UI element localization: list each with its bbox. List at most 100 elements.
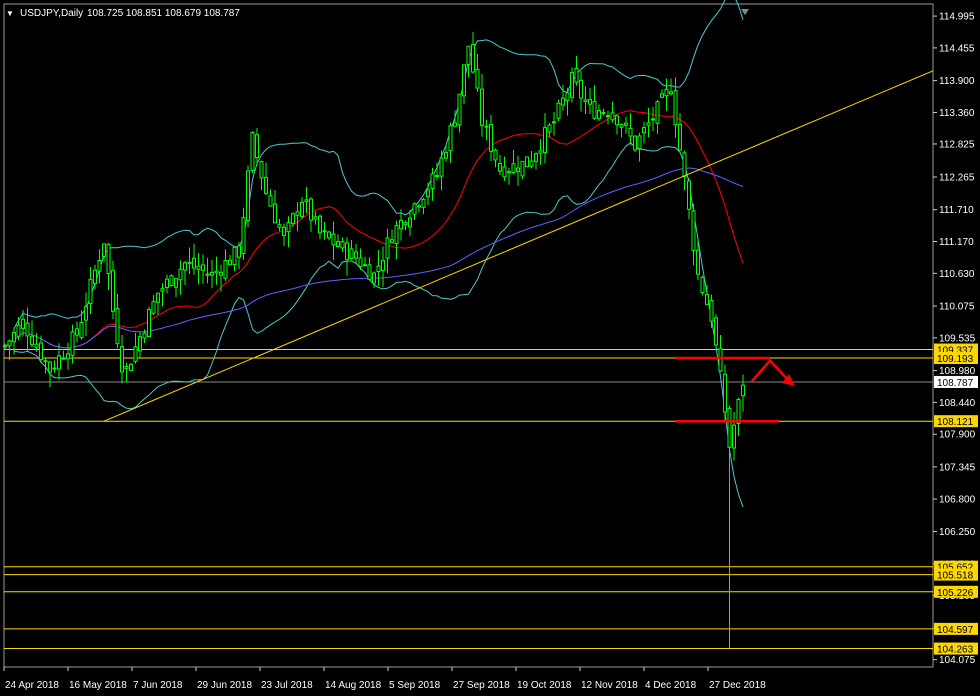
candle-body — [417, 205, 421, 208]
candle-body — [286, 222, 291, 233]
candle-body — [403, 222, 408, 226]
candle-body — [570, 72, 574, 98]
candle-body — [705, 294, 709, 305]
candle-body — [246, 170, 250, 221]
candle-body — [597, 110, 601, 120]
candle-body — [651, 118, 655, 121]
candle-body — [273, 203, 277, 224]
current-price-label: 108.787 — [937, 378, 974, 389]
candle-body — [637, 135, 642, 150]
candle-body — [367, 264, 372, 281]
candle-body — [111, 269, 115, 312]
candle-body — [736, 399, 741, 424]
candle-body — [579, 79, 583, 99]
candle-body — [732, 424, 736, 449]
bearish-arrow-icon[interactable] — [751, 358, 789, 382]
candle-body — [507, 171, 511, 174]
candle-body — [363, 264, 367, 267]
y-tick-label: 106.250 — [939, 527, 976, 538]
candle-body — [700, 276, 705, 294]
candle-body — [282, 226, 286, 237]
candle-body — [300, 201, 304, 218]
candle-body — [687, 180, 691, 210]
candle-body — [466, 45, 471, 65]
candle-body — [304, 199, 309, 202]
candle-body — [259, 161, 264, 179]
candle-body — [453, 122, 457, 127]
candle-body — [331, 233, 336, 246]
candle-body — [25, 322, 30, 337]
candle-body — [187, 261, 192, 264]
candle-body — [219, 271, 223, 276]
candle-body — [174, 278, 178, 288]
candle-body — [264, 176, 268, 194]
candle-body — [727, 407, 732, 448]
candle-body — [291, 213, 295, 224]
candle-body — [178, 268, 183, 281]
x-tick-label: 7 Jun 2018 — [133, 680, 183, 691]
candle-body — [84, 306, 88, 321]
candle-body — [210, 271, 214, 276]
candle-body — [669, 91, 673, 95]
candle-body — [385, 237, 390, 259]
level-price-label: 104.263 — [937, 645, 974, 656]
candle-body — [394, 225, 399, 244]
candle-body — [574, 67, 579, 83]
candle-body — [633, 135, 637, 151]
y-tick-label: 104.075 — [939, 655, 976, 666]
candle-body — [471, 43, 475, 73]
candle-body — [390, 239, 394, 243]
candle-body — [309, 198, 313, 221]
x-tick-label: 23 Jul 2018 — [261, 680, 313, 691]
candle-body — [12, 331, 16, 343]
candle-body — [421, 198, 426, 208]
y-tick-label: 107.900 — [939, 430, 976, 441]
candle-body — [520, 160, 525, 177]
candle-body — [565, 92, 570, 101]
candle-body — [129, 363, 133, 372]
price-chart[interactable]: 114.995 114.455 113.900 113.360 112.825 112.2… — [0, 0, 980, 696]
y-tick-label: 110.075 — [939, 302, 975, 313]
candle-body — [16, 324, 21, 337]
candle-body — [192, 257, 196, 269]
y-tick-label: 112.265 — [939, 172, 975, 183]
candle-body — [133, 346, 138, 362]
candle-body — [547, 124, 552, 133]
candle-body — [480, 88, 484, 126]
candle-body — [3, 344, 7, 347]
candle-body — [682, 152, 687, 178]
x-tick-label: 24 Apr 2018 — [5, 680, 59, 691]
candle-body — [138, 336, 142, 352]
candle-body — [628, 127, 633, 137]
candle-body — [318, 215, 322, 234]
chart-menu-icon[interactable]: ▼ — [6, 9, 14, 18]
candle-body — [408, 217, 412, 228]
trend-line[interactable] — [103, 70, 934, 422]
symbol-label: USDJPY,Daily — [20, 8, 83, 19]
candle-body — [619, 124, 624, 128]
y-tick-label: 111.710 — [939, 205, 974, 216]
candle-body — [214, 270, 219, 274]
level-price-label: 109.193 — [937, 354, 974, 365]
chart-window[interactable]: 114.995 114.455 113.900 113.360 112.825 112.2… — [0, 0, 980, 696]
y-tick-label: 108.980 — [939, 366, 976, 377]
candle-body — [709, 299, 714, 322]
candle-body — [615, 115, 619, 126]
y-tick-label: 108.440 — [939, 398, 976, 409]
candle-body — [160, 288, 165, 292]
candle-body — [313, 216, 318, 220]
candle-body — [399, 219, 403, 230]
candle-body — [552, 121, 556, 124]
candle-body — [277, 224, 282, 228]
candle-body — [34, 343, 39, 348]
ohlc-values: 108.725 108.851 108.679 108.787 — [87, 8, 240, 19]
candle-body — [322, 230, 327, 233]
candle-body — [255, 134, 259, 158]
y-tick-label: 107.345 — [939, 462, 976, 473]
candle-body — [529, 160, 534, 167]
candle-body — [660, 93, 664, 98]
candle-body — [435, 175, 439, 178]
candle-body — [484, 125, 489, 128]
shift-marker-icon[interactable] — [741, 9, 749, 15]
candle-body — [592, 101, 597, 119]
